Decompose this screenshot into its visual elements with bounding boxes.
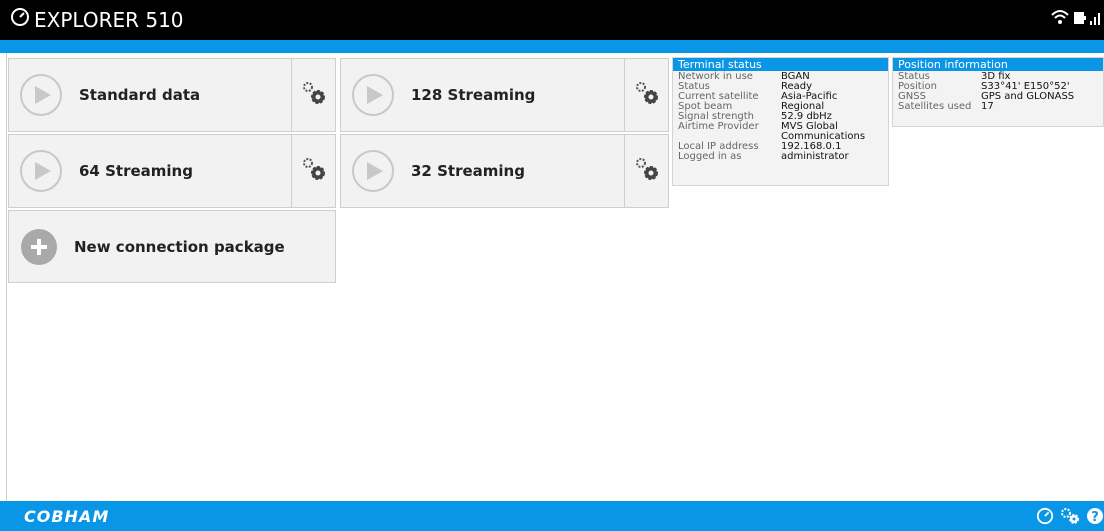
- start-connection-button[interactable]: Standard data: [9, 59, 200, 131]
- help-icon[interactable]: ?: [1086, 507, 1104, 529]
- status-icons: [1050, 8, 1100, 30]
- gears-icon: [300, 155, 328, 187]
- connection-settings-button[interactable]: [624, 135, 668, 207]
- plus-icon: [21, 228, 57, 265]
- svg-text:?: ?: [1091, 510, 1099, 525]
- wifi-icon: [1050, 8, 1070, 30]
- status-key: Airtime Provider: [678, 121, 759, 132]
- app-title-area: EXPLORER 510: [10, 7, 184, 32]
- dashboard-gauge-icon: [10, 7, 30, 32]
- bottom-bar: COBHAM ?: [0, 501, 1104, 531]
- dashboard-gauge-icon[interactable]: [1036, 507, 1054, 529]
- position-value: 17: [981, 101, 994, 112]
- connection-settings-button[interactable]: [624, 59, 668, 131]
- connection-label: 128 Streaming: [411, 86, 536, 104]
- position-info-header: Position information: [893, 58, 1103, 71]
- start-connection-button[interactable]: 32 Streaming: [341, 135, 525, 207]
- start-connection-button[interactable]: 64 Streaming: [9, 135, 193, 207]
- connection-tile-standard-data: Standard data: [8, 58, 336, 132]
- brand-logo: COBHAM: [24, 507, 110, 526]
- signal-strength-icon: [1090, 8, 1100, 30]
- start-connection-button[interactable]: 128 Streaming: [341, 59, 535, 131]
- top-bar: EXPLORER 510: [0, 0, 1104, 40]
- position-key: Satellites used: [898, 101, 972, 112]
- status-key: Logged in as: [678, 151, 742, 162]
- terminal-status-panel: Terminal status Network in use BGAN Statu…: [672, 57, 889, 186]
- connection-tile-128-streaming: 128 Streaming: [340, 58, 669, 132]
- connection-tile-64-streaming: 64 Streaming: [8, 134, 336, 208]
- gears-icon: [300, 79, 328, 111]
- connection-label: 64 Streaming: [79, 162, 193, 180]
- connection-settings-button[interactable]: [291, 59, 335, 131]
- new-package-label: New connection package: [74, 237, 285, 256]
- position-info-panel: Position information Status 3D fix Positi…: [892, 57, 1104, 127]
- bottom-icons: ?: [1036, 507, 1104, 529]
- position-value: GPS and GLONASS: [981, 91, 1075, 102]
- play-icon: [352, 74, 394, 116]
- position-info-table: Status 3D fix Position S33°41' E150°52' GN…: [898, 72, 1074, 112]
- gears-icon: [633, 155, 661, 187]
- app-title: EXPLORER 510: [34, 7, 184, 32]
- play-icon: [20, 74, 62, 116]
- settings-gears-icon[interactable]: [1060, 507, 1080, 529]
- status-value: administrator: [781, 151, 849, 162]
- connection-label: Standard data: [79, 86, 201, 104]
- new-package-main[interactable]: New connection package: [9, 211, 285, 282]
- gears-icon: [633, 79, 661, 111]
- status-value: MVS Global Communications: [781, 121, 866, 142]
- play-icon: [352, 150, 394, 192]
- header-accent-strip: [0, 40, 1104, 53]
- battery-icon: [1073, 8, 1087, 30]
- play-icon: [20, 150, 62, 192]
- new-connection-package-button[interactable]: New connection package: [8, 210, 336, 283]
- terminal-status-header: Terminal status: [673, 58, 888, 71]
- terminal-status-table: Network in use BGAN Status Ready Current s…: [678, 72, 876, 162]
- connection-settings-button[interactable]: [291, 135, 335, 207]
- connection-label: 32 Streaming: [411, 162, 525, 180]
- connection-tile-32-streaming: 32 Streaming: [340, 134, 669, 208]
